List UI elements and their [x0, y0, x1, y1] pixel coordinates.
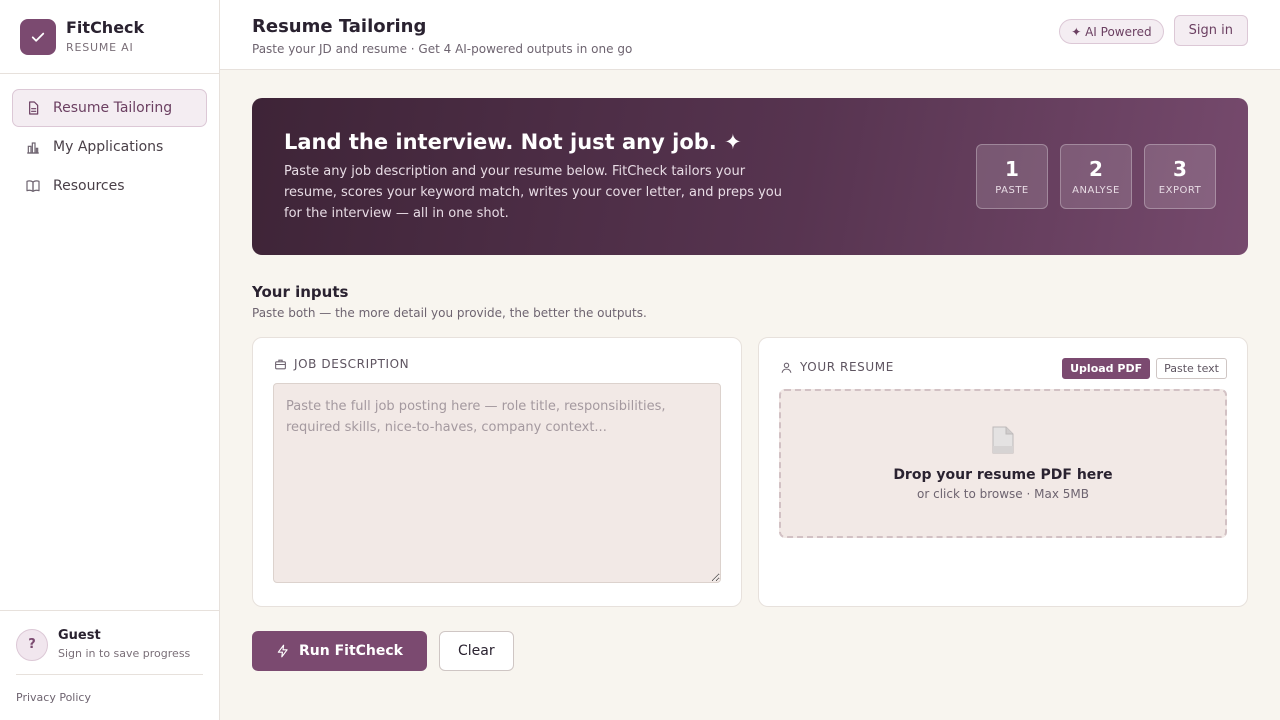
dropzone-title: Drop your resume PDF here: [893, 467, 1113, 483]
step-paste: 1 PASTE: [976, 144, 1048, 209]
step-analyse: 2 ANALYSE: [1060, 144, 1132, 209]
footer-divider: [16, 674, 203, 675]
step-label: EXPORT: [1158, 185, 1202, 196]
file-icon: [992, 426, 1014, 454]
sidebar-item-resume-tailoring[interactable]: Resume Tailoring: [12, 89, 207, 127]
guest-subtitle: Sign in to save progress: [58, 647, 191, 660]
page-header: Resume Tailoring Paste your JD and resum…: [220, 0, 1280, 70]
sidebar-item-resources[interactable]: Resources: [12, 167, 207, 205]
bar-chart-icon: [25, 139, 41, 155]
run-fitcheck-button[interactable]: Run FitCheck: [252, 631, 427, 671]
sidebar-nav: Resume Tailoring My Applications Resourc…: [0, 74, 219, 205]
briefcase-icon: [275, 359, 286, 369]
avatar: ?: [16, 628, 48, 661]
job-description-label: JOB DESCRIPTION: [274, 357, 409, 371]
brand-name: FitCheck: [66, 17, 145, 37]
sidebar-item-label: Resources: [53, 178, 125, 194]
clear-button[interactable]: Clear: [439, 631, 514, 671]
book-icon: [25, 178, 41, 194]
hero-description: Paste any job description and your resum…: [284, 164, 782, 221]
step-export: 3 EXPORT: [1144, 144, 1216, 209]
sidebar-footer: ? Guest Sign in to save progress Privacy…: [0, 610, 219, 720]
sidebar-item-label: Resume Tailoring: [53, 100, 173, 116]
check-icon: [20, 18, 56, 55]
step-label: ANALYSE: [1072, 185, 1120, 196]
job-description-input[interactable]: [273, 383, 721, 583]
input-cards: JOB DESCRIPTION YOUR RESUME Upload PDF P…: [252, 337, 1248, 607]
guest-profile: ? Guest Sign in to save progress: [16, 627, 203, 662]
card-label-text: JOB DESCRIPTION: [294, 357, 410, 371]
upload-pdf-button[interactable]: Upload PDF: [1062, 358, 1151, 379]
brand: FitCheck RESUME AI: [0, 0, 219, 74]
inputs-heading: Your inputs: [252, 283, 349, 301]
resume-label: YOUR RESUME: [780, 360, 894, 374]
step-number: 1: [1005, 157, 1019, 181]
resume-mode-toggle: Upload PDF Paste text: [1056, 358, 1227, 379]
steps: 1 PASTE 2 ANALYSE 3 EXPORT: [964, 144, 1216, 209]
sidebar-item-label: My Applications: [53, 139, 164, 155]
main-content: Land the interview. Not just any job. ✦ …: [252, 98, 1248, 671]
hero-banner: Land the interview. Not just any job. ✦ …: [252, 98, 1248, 255]
sidebar: FitCheck RESUME AI Resume Tailoring My A…: [0, 0, 220, 720]
user-icon: [781, 362, 792, 373]
step-number: 2: [1089, 157, 1103, 181]
privacy-policy-link[interactable]: Privacy Policy: [16, 691, 91, 704]
action-bar: Run FitCheck Clear: [252, 631, 1248, 671]
run-button-label: Run FitCheck: [299, 643, 403, 659]
card-label-text: YOUR RESUME: [800, 360, 894, 374]
document-icon: [25, 100, 41, 116]
step-number: 3: [1173, 157, 1187, 181]
step-label: PASTE: [995, 185, 1029, 196]
job-description-card: JOB DESCRIPTION: [252, 337, 742, 607]
dropzone-subtitle: or click to browse · Max 5MB: [917, 487, 1089, 501]
lightning-icon: [277, 644, 288, 658]
inputs-subtitle: Paste both — the more detail you provide…: [252, 306, 647, 320]
resume-card: YOUR RESUME Upload PDF Paste text Drop y…: [758, 337, 1248, 607]
sign-in-button[interactable]: Sign in: [1173, 15, 1248, 46]
guest-name: Guest: [58, 628, 101, 643]
resume-dropzone[interactable]: Drop your resume PDF here or click to br…: [779, 389, 1227, 538]
paste-text-button[interactable]: Paste text: [1156, 358, 1227, 379]
sidebar-item-my-applications[interactable]: My Applications: [12, 128, 207, 166]
brand-subtitle: RESUME AI: [66, 40, 134, 54]
ai-powered-badge: ✦ AI Powered: [1059, 19, 1164, 44]
